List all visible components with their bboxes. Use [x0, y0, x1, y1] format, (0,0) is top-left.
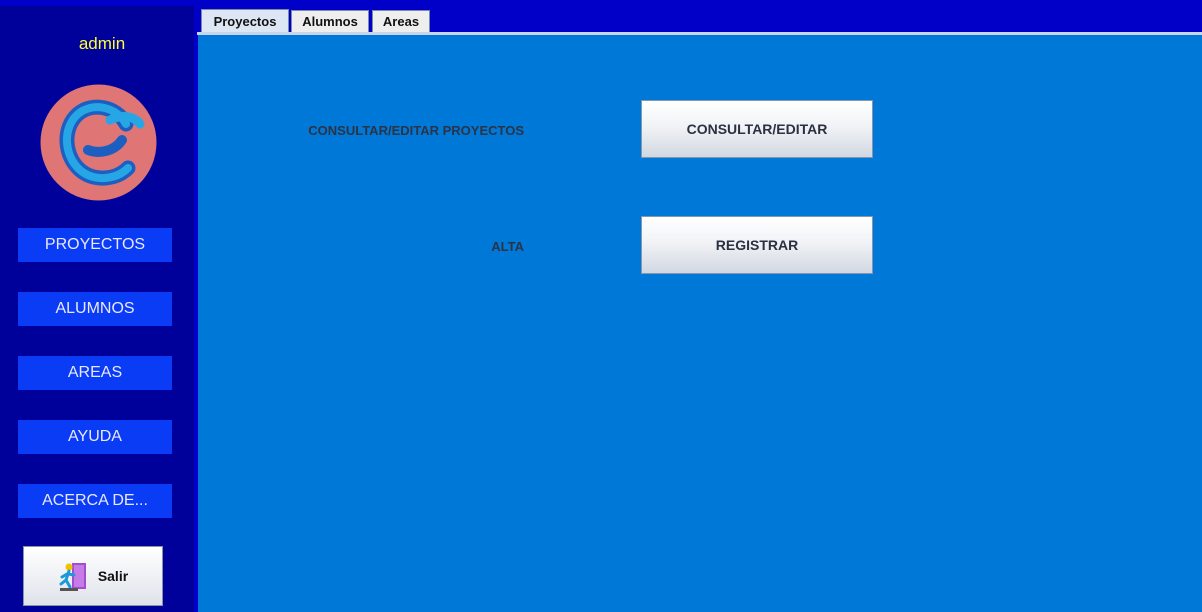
- exit-button[interactable]: Salir: [23, 546, 163, 606]
- sidebar-item-ayuda[interactable]: AYUDA: [18, 420, 172, 454]
- consultar-editar-label: CONSULTAR/EDITAR PROYECTOS: [308, 123, 524, 138]
- username-label: admin: [78, 34, 126, 53]
- exit-door-icon: [59, 563, 86, 591]
- tab-proyectos[interactable]: Proyectos: [201, 9, 289, 33]
- sidebar-item-acerca-de[interactable]: ACERCA DE...: [18, 484, 172, 518]
- app-logo-icon: [40, 84, 157, 201]
- tab-alumnos[interactable]: Alumnos: [291, 10, 369, 32]
- sidebar: admin PROYECTOS ALUMNOS AREAS AYUDA ACER…: [0, 6, 194, 612]
- sidebar-item-alumnos[interactable]: ALUMNOS: [18, 292, 172, 326]
- sidebar-item-areas[interactable]: AREAS: [18, 356, 172, 390]
- tab-areas[interactable]: Areas: [372, 10, 430, 32]
- exit-button-label: Salir: [97, 568, 129, 584]
- registrar-button[interactable]: REGISTRAR: [641, 216, 873, 274]
- tab-bar: Proyectos Alumnos Areas: [197, 0, 1202, 34]
- alta-label: ALTA: [491, 239, 524, 254]
- consultar-editar-button[interactable]: CONSULTAR/EDITAR: [641, 100, 873, 158]
- sidebar-item-proyectos[interactable]: PROYECTOS: [18, 228, 172, 262]
- proyectos-panel: CONSULTAR/EDITAR PROYECTOS CONSULTAR/EDI…: [198, 35, 1202, 612]
